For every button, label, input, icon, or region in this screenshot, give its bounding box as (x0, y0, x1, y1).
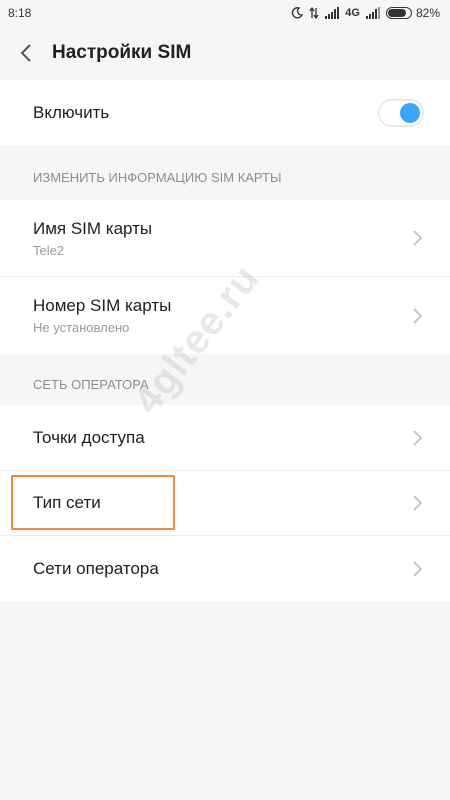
page-title: Настройки SIM (52, 42, 192, 63)
sim-name-title: Имя SIM карты (33, 218, 153, 238)
section-header-operator: СЕТЬ ОПЕРАТОРА (33, 376, 149, 392)
data-transfer-icon (309, 7, 319, 19)
status-bar: 8:18 4G 82% (0, 0, 450, 26)
status-time: 8:18 (8, 6, 32, 20)
operator-networks-row[interactable]: Сети оператора (0, 535, 450, 601)
access-points-label: Точки доступа (33, 427, 145, 447)
moon-icon (292, 7, 304, 19)
access-points-row[interactable]: Точки доступа (0, 405, 450, 470)
app-header: Настройки SIM (0, 26, 450, 80)
signal-icon-2 (365, 7, 380, 19)
battery-fill (387, 9, 406, 17)
operator-networks-label: Сети оператора (33, 558, 159, 578)
back-button[interactable] (2, 26, 50, 80)
network-type-label: 4G (345, 7, 360, 19)
sim-number-value: Не установлено (33, 320, 130, 335)
enable-label: Включить (33, 102, 110, 122)
sim-name-value: Tele2 (33, 242, 65, 258)
status-icons: 4G 82% (291, 6, 440, 20)
sim-number-title: Номер SIM карты (33, 296, 172, 315)
chevron-right-icon (413, 495, 423, 511)
enable-card: Включить (0, 80, 450, 145)
signal-icon (325, 7, 340, 19)
chevron-right-icon (413, 560, 423, 577)
battery-icon (385, 7, 412, 19)
sim-name-text: Имя SIM карты Tele2 (33, 219, 152, 258)
chevron-right-icon (413, 230, 423, 246)
battery-indicator: 82% (385, 6, 440, 20)
sim-name-row[interactable]: Имя SIM карты Tele2 (0, 200, 450, 276)
sim-number-text: Номер SIM карты Не установлено (33, 296, 171, 335)
section-header-sim-info: ИЗМЕНИТЬ ИНФОРМАЦИЮ SIM КАРТЫ (33, 170, 282, 185)
chevron-right-icon (413, 429, 423, 446)
toggle-knob (400, 102, 420, 123)
enable-row[interactable]: Включить (0, 80, 450, 145)
battery-percent: 82% (415, 6, 440, 20)
highlight-box (11, 475, 175, 530)
chevron-right-icon (413, 307, 423, 324)
enable-toggle[interactable] (378, 98, 424, 127)
chevron-left-icon (20, 44, 31, 62)
